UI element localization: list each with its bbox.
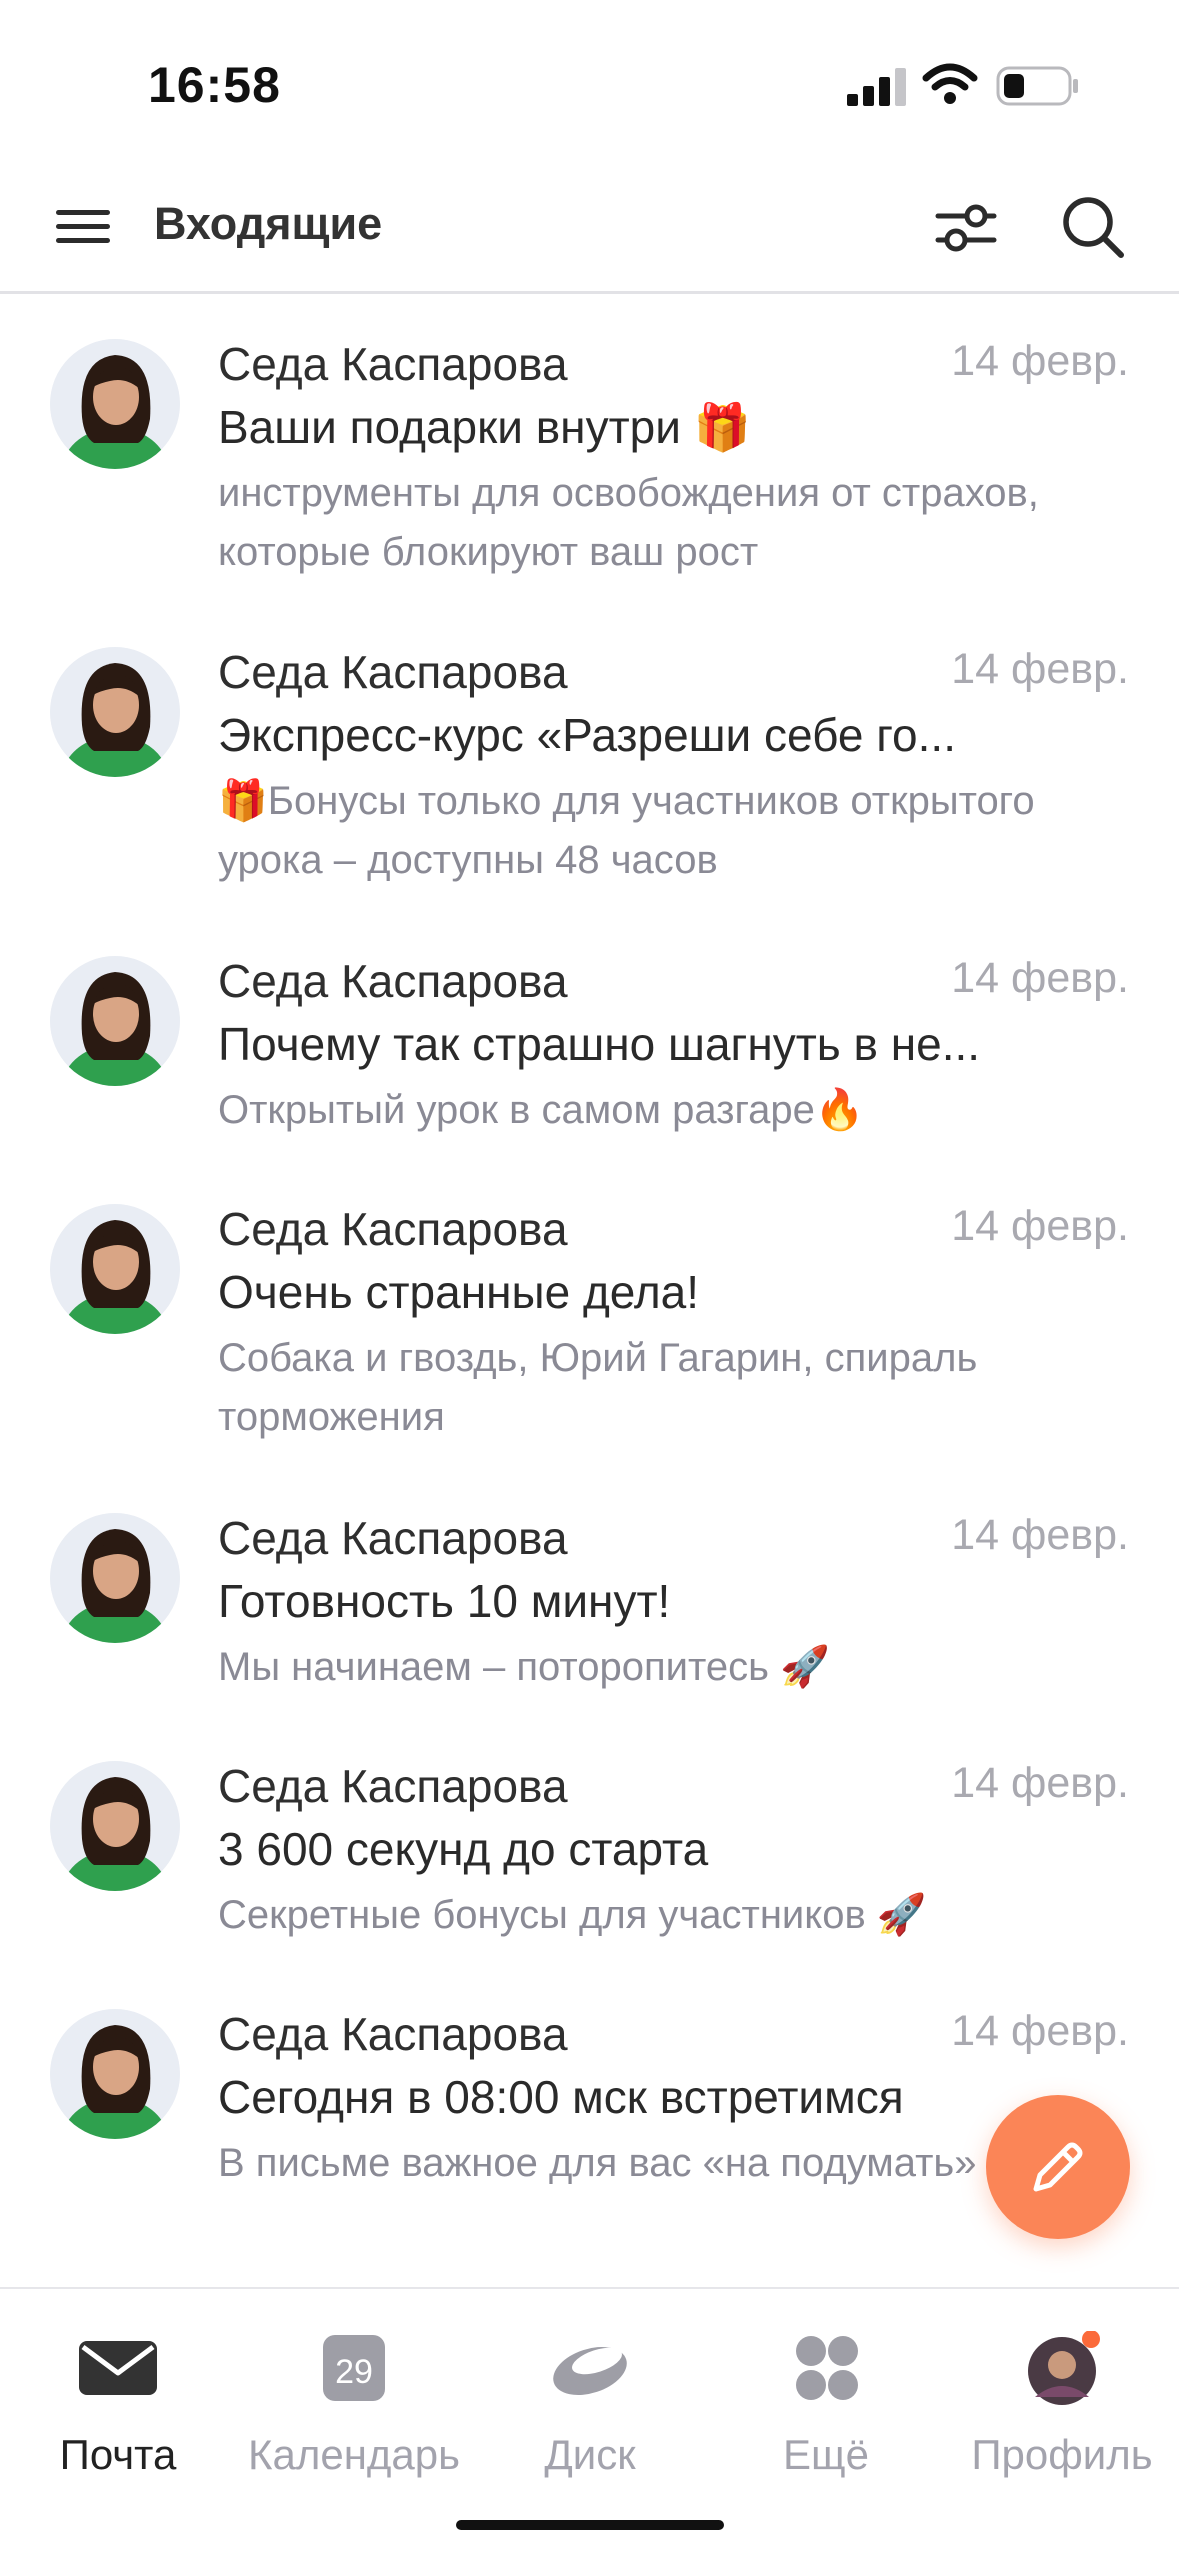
mail-item[interactable]: Седа Каспарова 14 февр. Ваши подарки вну… xyxy=(0,297,1179,605)
mail-subject: 3 600 секунд до старта xyxy=(218,1823,709,1875)
mail-icon xyxy=(79,2341,157,2395)
nav-more-label: Ещё xyxy=(783,2431,869,2478)
nav-profile[interactable]: Профиль xyxy=(944,2309,1179,2509)
mail-sender: Седа Каспарова xyxy=(218,338,568,390)
mail-date: 14 февр. xyxy=(951,337,1129,385)
mail-subject: Почему так страшно шагнуть в не... xyxy=(218,1018,981,1070)
mail-sender: Седа Каспарова xyxy=(218,646,568,698)
sender-avatar xyxy=(50,647,180,777)
mail-preview: Открытый урок в самом разгаре🔥 xyxy=(218,1088,865,1132)
compose-icon xyxy=(1033,2142,1083,2192)
nav-calendar[interactable]: 29 Календарь xyxy=(236,2309,472,2509)
menu-icon[interactable] xyxy=(52,202,116,252)
search-icon[interactable] xyxy=(1058,192,1128,262)
filter-icon[interactable] xyxy=(932,194,1000,262)
mail-app-screen: 16:58 Входящие Седа Каспарова 14 февр. В… xyxy=(0,0,1179,2556)
mail-subject: Готовность 10 минут! xyxy=(218,1575,671,1627)
disk-icon xyxy=(553,2347,627,2395)
mail-item[interactable]: Седа Каспарова 14 февр. Почему так страш… xyxy=(0,914,1179,1162)
wifi-icon xyxy=(922,63,978,104)
bottom-navigation: Почта 29 Календарь Диск Ещё Профиль xyxy=(0,2287,1179,2556)
nav-more[interactable]: Ещё xyxy=(708,2309,944,2509)
calendar-day: 29 xyxy=(335,2353,373,2391)
mail-sender: Седа Каспарова xyxy=(218,1760,568,1812)
compose-button[interactable] xyxy=(986,2095,1130,2239)
status-bar: 16:58 xyxy=(0,0,1179,160)
mail-item[interactable]: Седа Каспарова 14 февр. Очень странные д… xyxy=(0,1162,1179,1471)
sender-avatar xyxy=(50,1204,180,1334)
mail-subject: Экспресс-курс «Разреши себе го... xyxy=(218,709,956,761)
mail-subject: Сегодня в 08:00 мск встретимся xyxy=(218,2071,904,2123)
nav-profile-label: Профиль xyxy=(971,2431,1153,2478)
nav-mail[interactable]: Почта xyxy=(0,2309,236,2509)
profile-avatar xyxy=(1028,2331,1100,2405)
home-indicator xyxy=(456,2520,724,2530)
mail-date: 14 февр. xyxy=(951,2007,1129,2055)
mail-sender: Седа Каспарова xyxy=(218,2008,568,2060)
mail-preview: Секретные бонусы для участников 🚀 xyxy=(218,1893,927,1937)
mail-subject: Ваши подарки внутри 🎁 xyxy=(218,401,751,453)
nav-calendar-label: Календарь xyxy=(248,2431,460,2478)
mail-date: 14 февр. xyxy=(951,1511,1129,1559)
sender-avatar xyxy=(50,339,180,469)
mail-date: 14 февр. xyxy=(951,1202,1129,1250)
battery-icon xyxy=(996,66,1078,106)
mail-sender: Седа Каспарова xyxy=(218,955,568,1007)
nav-mail-label: Почта xyxy=(59,2431,177,2478)
mail-item[interactable]: Седа Каспарова 14 февр. Экспресс-курс «Р… xyxy=(0,605,1179,913)
sender-avatar xyxy=(50,956,180,1086)
mail-subject: Очень странные дела! xyxy=(218,1266,700,1318)
cellular-signal-icon xyxy=(847,68,906,106)
mail-date: 14 февр. xyxy=(951,645,1129,693)
mail-item[interactable]: Седа Каспарова 14 февр. Готовность 10 ми… xyxy=(0,1471,1179,1719)
sender-avatar xyxy=(50,1761,180,1891)
mail-item[interactable]: Седа Каспарова 14 февр. 3 600 секунд до … xyxy=(0,1719,1179,1967)
mail-list: Седа Каспарова 14 февр. Ваши подарки вну… xyxy=(0,297,1179,2287)
mail-preview: Собака и гвоздь, Юрий Гагарин, спираль т… xyxy=(218,1336,978,1439)
status-time: 16:58 xyxy=(148,57,281,113)
mail-date: 14 февр. xyxy=(951,1759,1129,1807)
page-title: Входящие xyxy=(154,198,383,249)
mail-date: 14 февр. xyxy=(951,954,1129,1002)
inbox-header: Входящие xyxy=(0,160,1179,294)
mail-preview: Мы начинаем – поторопитесь 🚀 xyxy=(218,1645,830,1689)
nav-disk[interactable]: Диск xyxy=(472,2309,708,2509)
more-icon xyxy=(796,2336,858,2400)
nav-disk-label: Диск xyxy=(544,2431,636,2478)
calendar-icon: 29 xyxy=(323,2335,385,2401)
mail-preview: инструменты для освобождения от страхов,… xyxy=(218,471,1039,574)
sender-avatar xyxy=(50,2009,180,2139)
mail-preview: 🎁Бонусы только для участников открытого … xyxy=(218,779,1035,882)
sender-avatar xyxy=(50,1513,180,1643)
notification-dot xyxy=(1082,2331,1100,2348)
mail-preview: В письме важное для вас «на подумать» xyxy=(218,2141,977,2185)
mail-sender: Седа Каспарова xyxy=(218,1203,568,1255)
mail-sender: Седа Каспарова xyxy=(218,1512,568,1564)
